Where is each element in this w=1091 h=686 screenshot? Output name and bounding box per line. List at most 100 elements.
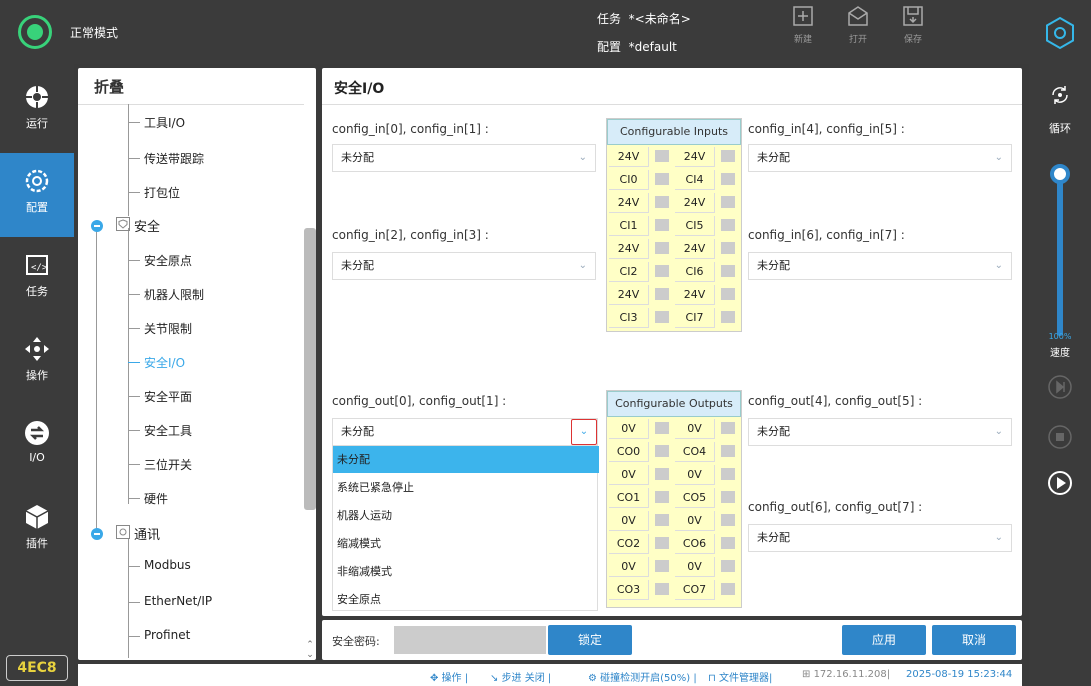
play-icon[interactable] — [1047, 470, 1073, 496]
run-icon — [26, 86, 48, 108]
nav-run[interactable]: 运行 — [0, 69, 74, 153]
nav-move-label: 操作 — [26, 369, 48, 382]
configurable-inputs-table: Configurable Inputs 24V 24V CI0 CI4 24V 24V CI… — [606, 118, 742, 332]
tree-item-safety-home[interactable]: 安全原点 — [144, 252, 192, 269]
step-icon[interactable] — [1047, 374, 1073, 400]
tree-item-hardware[interactable]: 硬件 — [144, 490, 168, 507]
tree-branch — [128, 464, 140, 465]
comm-icon — [116, 525, 130, 539]
nav-plugin[interactable]: 插件 — [0, 489, 74, 573]
collapse-comm-icon[interactable] — [91, 528, 103, 540]
new-button[interactable]: 新建 — [783, 4, 823, 62]
ip-status: ⊞ 172.16.11.208| — [802, 669, 891, 680]
config-out-0-1-select[interactable]: 未分配 ⌄ — [332, 418, 598, 446]
nav-task[interactable]: </> 任务 — [0, 237, 74, 321]
tree-branch — [128, 498, 140, 499]
tree-divider — [78, 104, 304, 105]
scroll-arrows-icon[interactable]: ⌃ ⌄ — [304, 640, 316, 660]
tree-item-safety-plane[interactable]: 安全平面 — [144, 388, 192, 405]
input-cell: CI4 — [675, 170, 715, 190]
tree-item-three-pos-switch[interactable]: 三位开关 — [144, 456, 192, 473]
plugin-icon — [25, 505, 49, 529]
chevron-down-icon: ⌄ — [578, 152, 587, 163]
file-manager-status[interactable]: ⊓ 文件管理器| — [708, 669, 772, 684]
speed-slider-handle[interactable] — [1050, 164, 1070, 184]
chevron-down-icon: ⌄ — [578, 260, 587, 271]
config-in-6-7-select[interactable]: 未分配 ⌄ — [748, 252, 1012, 280]
input-indicator-icon — [721, 242, 735, 254]
dropdown-list: 未分配 系统已紧急停止 机器人运动 缩减模式 非缩减模式 安全原点 — [332, 445, 599, 613]
mode-label: 正常模式 — [70, 26, 119, 40]
tree-branch — [128, 566, 140, 567]
tree-item-ethernet-ip[interactable]: EtherNet/IP — [144, 594, 212, 608]
output-indicator-icon — [721, 491, 735, 503]
input-indicator-icon — [655, 288, 669, 300]
output-indicator-icon — [721, 514, 735, 526]
input-indicator-icon — [721, 173, 735, 185]
tree-collapse-title[interactable]: 折叠 — [94, 76, 124, 97]
nav-config[interactable]: 配置 — [0, 153, 74, 237]
open-label: 打开 — [848, 35, 867, 45]
speed-slider-track[interactable] — [1057, 172, 1063, 336]
dropdown-option-safety-home[interactable]: 安全原点 — [333, 586, 599, 613]
operate-status[interactable]: ✥ 操作 | — [430, 669, 468, 684]
dropdown-option-robot-moving[interactable]: 机器人运动 — [333, 502, 599, 529]
save-button[interactable]: 保存 — [893, 4, 933, 62]
config-in-4-5-select[interactable]: 未分配 ⌄ — [748, 144, 1012, 172]
config-in-2-3-select[interactable]: 未分配 ⌄ — [332, 252, 596, 280]
output-cell: 0V — [609, 419, 649, 439]
tree-item-conveyor[interactable]: 传送带跟踪 — [144, 150, 204, 167]
tree-item-tool-io[interactable]: 工具I/O — [144, 114, 185, 131]
collision-label: 碰撞检测开启(50%) — [600, 673, 691, 684]
output-cell: CO7 — [675, 580, 715, 600]
stop-icon[interactable] — [1047, 424, 1073, 450]
tree-item-joint-limits[interactable]: 关节限制 — [144, 320, 192, 337]
config-in-0-1-select[interactable]: 未分配 ⌄ — [332, 144, 596, 172]
loop-icon[interactable] — [1049, 84, 1071, 106]
tree-item-robot-limits[interactable]: 机器人限制 — [144, 286, 204, 303]
output-indicator-icon — [655, 468, 669, 480]
dropdown-option-unassigned[interactable]: 未分配 — [333, 446, 599, 473]
nav-io[interactable]: I/O — [0, 405, 74, 489]
dropdown-option-not-reduced[interactable]: 非缩减模式 — [333, 558, 599, 585]
config-out-4-5-value: 未分配 — [757, 425, 790, 438]
io-icon — [25, 421, 49, 445]
password-input[interactable] — [394, 626, 546, 654]
collision-status[interactable]: ⚙ 碰撞检测开启(50%) | — [588, 669, 697, 684]
output-cell: CO1 — [609, 488, 649, 508]
tree-scrollbar[interactable] — [304, 228, 316, 510]
step-status[interactable]: ↘ 步进 关闭 | — [490, 669, 551, 684]
dropdown-option-estop[interactable]: 系统已紧急停止 — [333, 474, 599, 501]
input-cell: 24V — [609, 285, 649, 305]
output-cell: 0V — [609, 557, 649, 577]
brand-logo-icon — [1046, 16, 1074, 50]
config-out-6-7-select[interactable]: 未分配 ⌄ — [748, 524, 1012, 552]
input-cell: CI7 — [675, 308, 715, 328]
tree-panel: 折叠 工具I/O 传送带跟踪 打包位 安全 安全原点 机器人限制 关节限制 安全… — [78, 68, 316, 660]
tree-item-safety-io[interactable]: 安全I/O — [144, 354, 185, 371]
input-cell: CI5 — [675, 216, 715, 236]
tree-item-comm[interactable]: 通讯 — [134, 524, 160, 543]
dropdown-option-reduced[interactable]: 缩减模式 — [333, 530, 599, 557]
config-out-4-5-label: config_out[4], config_out[5] : — [748, 394, 923, 408]
config-out-4-5-select[interactable]: 未分配 ⌄ — [748, 418, 1012, 446]
output-indicator-icon — [655, 514, 669, 526]
nav-move[interactable]: 操作 — [0, 321, 74, 405]
dropdown-toggle-button[interactable]: ⌄ — [571, 419, 597, 445]
tree-item-safety[interactable]: 安全 — [134, 216, 160, 235]
collapse-safety-icon[interactable] — [91, 220, 103, 232]
input-cell: 24V — [675, 239, 715, 259]
chevron-down-icon: ⌄ — [994, 152, 1003, 163]
apply-button[interactable]: 应用 — [842, 625, 926, 655]
tree-item-modbus[interactable]: Modbus — [144, 558, 191, 572]
tree-item-profinet[interactable]: Profinet — [144, 628, 190, 642]
tree-line — [96, 230, 97, 530]
tree-item-safety-tool[interactable]: 安全工具 — [144, 422, 192, 439]
lock-button[interactable]: 锁定 — [548, 625, 632, 655]
tree-item-pallet[interactable]: 打包位 — [144, 184, 180, 201]
open-button[interactable]: 打开 — [838, 4, 878, 62]
task-icon: </> — [26, 255, 48, 275]
cancel-button[interactable]: 取消 — [932, 625, 1016, 655]
config-in-0-1-label: config_in[0], config_in[1] : — [332, 122, 489, 136]
shield-icon — [116, 217, 130, 231]
